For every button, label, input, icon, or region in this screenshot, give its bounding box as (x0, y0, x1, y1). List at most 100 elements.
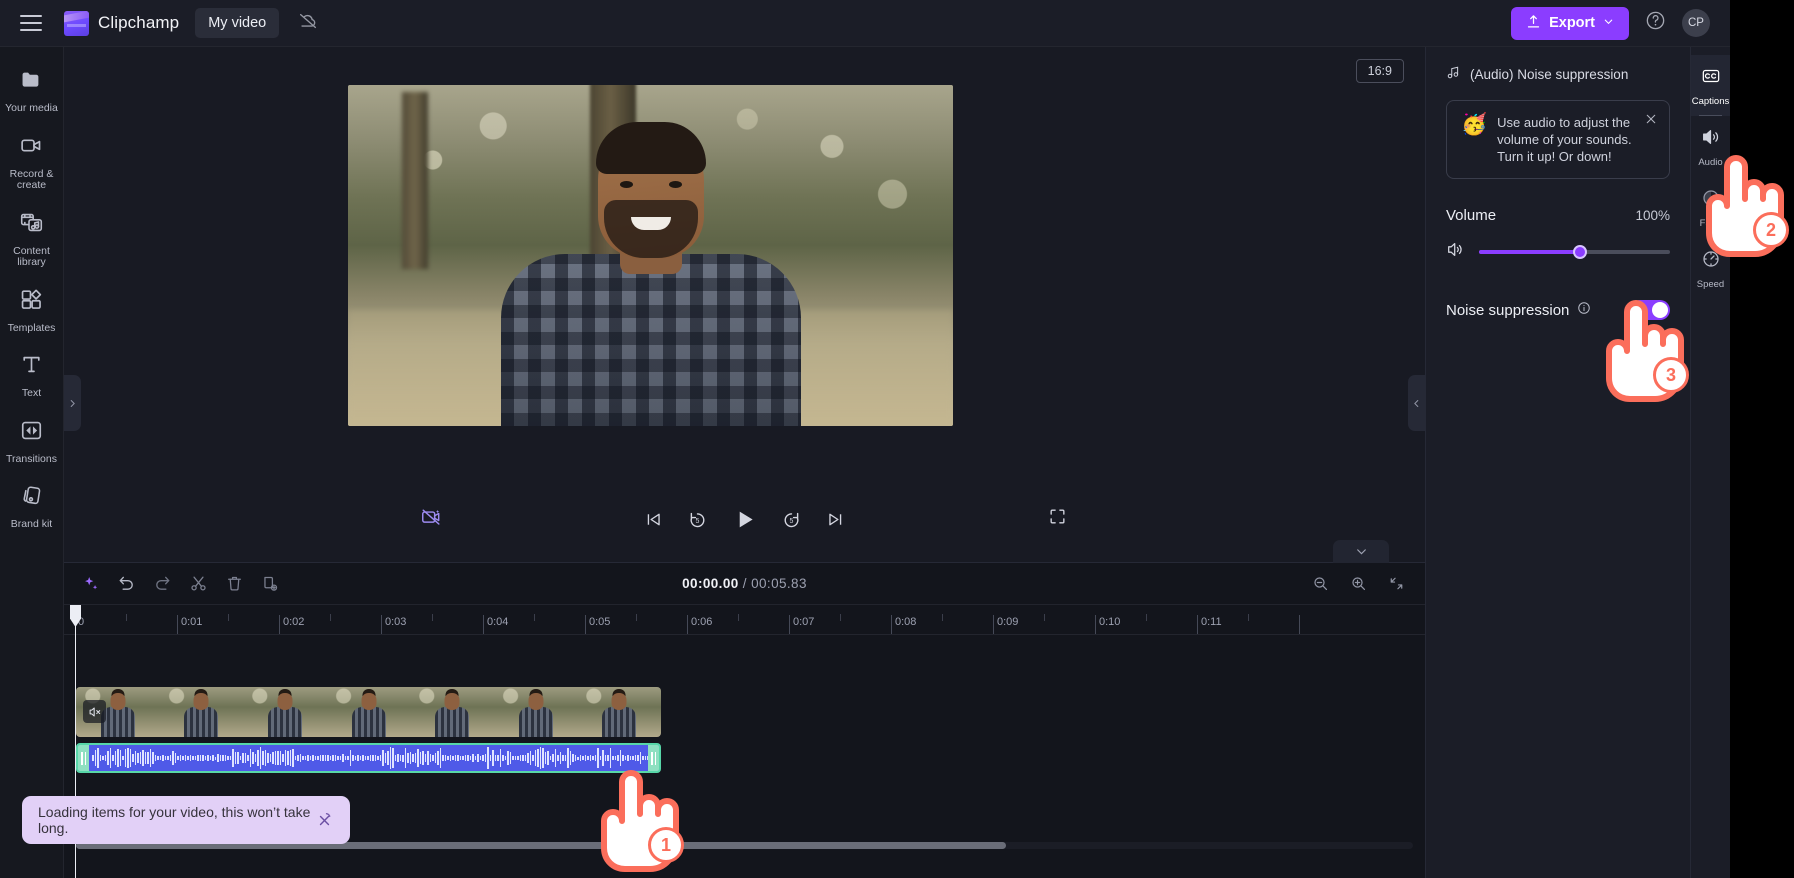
audio-clip-trim-left[interactable] (78, 745, 89, 771)
tab-captions[interactable]: Captions (1691, 55, 1730, 116)
collapse-right-panel-button[interactable] (1408, 375, 1425, 431)
video-camera-icon (19, 133, 44, 163)
tip-card: 🥳 Use audio to adjust the volume of your… (1446, 100, 1670, 179)
templates-grid-icon (19, 287, 44, 317)
skip-to-end-button[interactable] (826, 510, 845, 529)
annotation-badge: 1 (648, 827, 684, 863)
video-clip[interactable] (76, 687, 661, 737)
preview-tree-left (402, 91, 429, 270)
volume-value: 100% (1635, 208, 1670, 223)
zoom-out-icon[interactable] (1312, 575, 1329, 592)
close-icon[interactable] (315, 811, 334, 830)
ruler-label: 0:08 (895, 616, 917, 628)
info-icon[interactable] (1577, 301, 1591, 319)
sidebar-item-your-media[interactable]: Your media (0, 57, 63, 123)
ruler-label: 0:10 (1099, 616, 1121, 628)
timeline-ruler[interactable]: 0 0:01 0:02 0:03 0:04 0:05 0:06 0:07 0:0 (64, 605, 1425, 635)
duplicate-button[interactable] (261, 574, 280, 593)
tab-label: Captions (1691, 96, 1730, 107)
annotation-2: 2 (1700, 150, 1794, 265)
volume-slider-fill (1479, 250, 1581, 254)
sparkle-icon[interactable] (82, 575, 100, 593)
playback-controls: 5 5 (64, 502, 1425, 536)
svg-text:5: 5 (790, 518, 794, 525)
ruler-label: 0:06 (691, 616, 713, 628)
mute-icon[interactable] (83, 700, 106, 723)
fullscreen-icon[interactable] (1048, 507, 1067, 531)
cloud-off-icon[interactable] (297, 10, 319, 37)
auto-compose-off-icon[interactable] (420, 506, 442, 533)
volume-slider-thumb[interactable] (1573, 245, 1588, 259)
volume-row: Volume 100% (1446, 207, 1670, 224)
undo-button[interactable] (117, 574, 136, 593)
top-bar: Clipchamp My video Export CP (0, 0, 1730, 47)
media-library-icon (19, 210, 44, 240)
audio-clip[interactable] (76, 743, 661, 773)
sidebar-item-brand-kit[interactable]: Brand kit (0, 473, 63, 539)
properties-panel: (Audio) Noise suppression 🥳 Use audio to… (1425, 47, 1690, 878)
noise-suppression-label: Noise suppression (1446, 301, 1570, 319)
panel-title: (Audio) Noise suppression (1470, 66, 1629, 82)
text-t-icon (19, 352, 44, 382)
top-bar-right: Export CP (1511, 6, 1730, 40)
transitions-icon (19, 418, 44, 448)
forward-5-button[interactable]: 5 (781, 509, 802, 530)
hamburger-icon[interactable] (20, 15, 42, 31)
zoom-in-icon[interactable] (1350, 575, 1367, 592)
left-sidebar: Your media Record & create Content libra… (0, 47, 64, 878)
sidebar-item-text[interactable]: Text (0, 342, 63, 408)
tip-text: Use audio to adjust the volume of your s… (1497, 115, 1632, 164)
ruler-label: 0:09 (997, 616, 1019, 628)
volume-label: Volume (1446, 207, 1497, 224)
delete-button[interactable] (225, 574, 244, 593)
sidebar-item-content-library[interactable]: Content library (0, 200, 63, 277)
export-label: Export (1549, 15, 1595, 31)
redo-button[interactable] (153, 574, 172, 593)
brand-name: Clipchamp (98, 13, 180, 32)
speaker-icon[interactable] (1446, 240, 1465, 264)
sidebar-item-label: Record & create (9, 167, 54, 191)
current-time: 00:00.00 (682, 576, 739, 591)
tab-label: Speed (1696, 279, 1725, 290)
play-button[interactable] (732, 507, 757, 532)
sidebar-item-label: Content library (13, 244, 50, 268)
sidebar-item-label: Templates (7, 321, 56, 334)
panel-header: (Audio) Noise suppression (1446, 65, 1670, 83)
noise-suppression-label-group: Noise suppression (1446, 301, 1591, 319)
toast-message: Loading items for your video, this won’t… (38, 804, 311, 836)
sidebar-item-record-create[interactable]: Record & create (0, 123, 63, 200)
skip-to-start-button[interactable] (644, 510, 663, 529)
speaker-icon (1701, 127, 1721, 152)
chevron-down-icon (1603, 15, 1614, 31)
project-name-chip[interactable]: My video (195, 8, 280, 38)
party-face-emoji: 🥳 (1461, 113, 1488, 136)
ruler-label: 0:07 (793, 616, 815, 628)
preview-stage: 16:9 5 5 (64, 47, 1425, 562)
fit-to-screen-icon[interactable] (1388, 575, 1405, 592)
ruler-label: 0:05 (589, 616, 611, 628)
split-button[interactable] (189, 574, 208, 593)
video-preview[interactable] (348, 85, 953, 426)
sidebar-item-templates[interactable]: Templates (0, 277, 63, 343)
aspect-ratio-badge[interactable]: 16:9 (1355, 59, 1404, 83)
sidebar-item-label: Transitions (6, 452, 57, 465)
expand-left-panel-button[interactable] (64, 375, 81, 431)
volume-slider[interactable] (1479, 245, 1670, 259)
export-button[interactable]: Export (1511, 6, 1629, 40)
upload-icon (1526, 14, 1541, 33)
timeline-toolbar: 00:00.00 / 00:05.83 (64, 540, 1425, 605)
annotation-1: 1 (595, 765, 690, 878)
toast-notification: Loading items for your video, this won’t… (22, 796, 350, 844)
right-gutter (1730, 0, 1794, 878)
ruler-label: 0:03 (385, 616, 407, 628)
close-icon[interactable] (1644, 112, 1658, 131)
brand: Clipchamp (64, 10, 180, 36)
total-time: 00:05.83 (751, 576, 807, 591)
rewind-5-button[interactable]: 5 (687, 509, 708, 530)
collapse-timeline-button[interactable] (1333, 540, 1389, 563)
timeline-zoom-controls (1312, 575, 1425, 592)
help-circle-icon[interactable] (1645, 10, 1666, 36)
sidebar-item-transitions[interactable]: Transitions (0, 408, 63, 474)
cc-icon (1701, 66, 1721, 91)
avatar[interactable]: CP (1682, 9, 1710, 37)
